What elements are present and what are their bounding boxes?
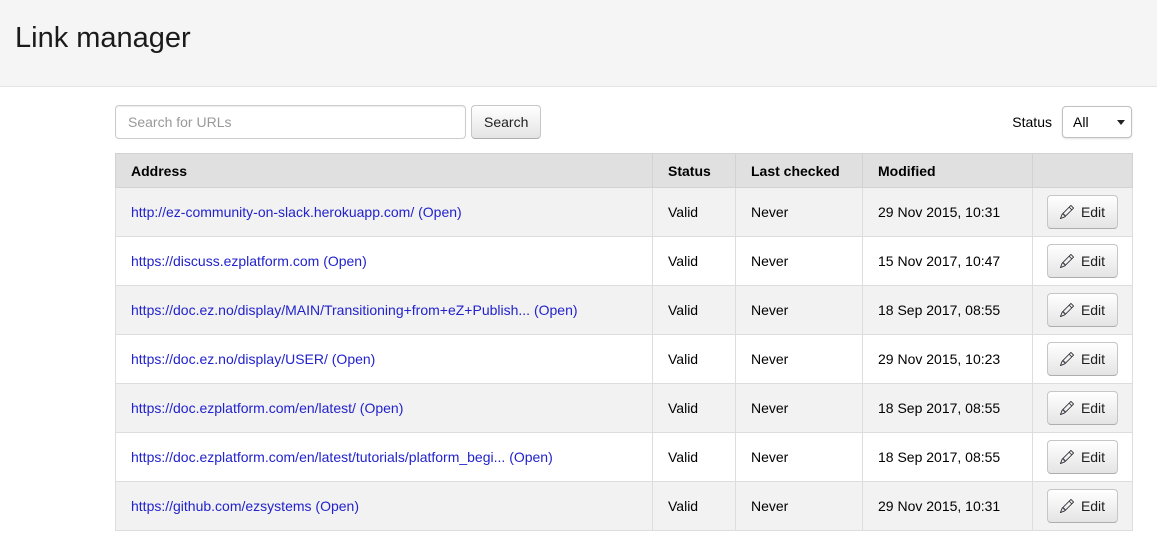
status-cell: Valid — [653, 335, 736, 384]
open-link[interactable]: (Open) — [315, 498, 359, 514]
last-checked-cell: Never — [736, 384, 863, 433]
column-header-last-checked: Last checked — [736, 154, 863, 188]
edit-button-label: Edit — [1081, 302, 1105, 318]
content: Search Status All Address Status Last ch… — [115, 105, 1132, 531]
modified-cell: 29 Nov 2015, 10:23 — [863, 335, 1033, 384]
address-cell: https://doc.ezplatform.com/en/latest/ (O… — [116, 384, 653, 433]
pencil-icon — [1060, 254, 1074, 268]
open-link[interactable]: (Open) — [418, 204, 462, 220]
address-cell: https://doc.ez.no/display/USER/ (Open) — [116, 335, 653, 384]
table-row: https://doc.ezplatform.com/en/latest/tut… — [116, 433, 1133, 482]
edit-button-label: Edit — [1081, 351, 1105, 367]
address-cell: https://discuss.ezplatform.com (Open) — [116, 237, 653, 286]
table-row: https://discuss.ezplatform.com (Open) Va… — [116, 237, 1133, 286]
table-header-row: Address Status Last checked Modified — [116, 154, 1133, 188]
modified-cell: 15 Nov 2017, 10:47 — [863, 237, 1033, 286]
address-cell: https://doc.ez.no/display/MAIN/Transitio… — [116, 286, 653, 335]
actions-cell: Edit — [1033, 188, 1133, 237]
open-link[interactable]: (Open) — [360, 400, 404, 416]
page-title: Link manager — [15, 22, 1142, 55]
actions-cell: Edit — [1033, 237, 1133, 286]
actions-cell: Edit — [1033, 335, 1133, 384]
open-link[interactable]: (Open) — [323, 253, 367, 269]
modified-cell: 18 Sep 2017, 08:55 — [863, 286, 1033, 335]
search-input[interactable] — [115, 105, 466, 139]
controls-bar: Search Status All — [115, 105, 1132, 139]
url-link[interactable]: https://doc.ezplatform.com/en/latest/ — [131, 400, 356, 416]
url-link[interactable]: https://doc.ezplatform.com/en/latest/tut… — [131, 449, 505, 465]
table-row: http://ez-community-on-slack.herokuapp.c… — [116, 188, 1133, 237]
last-checked-cell: Never — [736, 335, 863, 384]
pencil-icon — [1060, 499, 1074, 513]
table-row: https://doc.ez.no/display/MAIN/Transitio… — [116, 286, 1133, 335]
status-select-wrap: All — [1062, 106, 1132, 138]
url-link[interactable]: https://doc.ez.no/display/USER/ — [131, 351, 328, 367]
pencil-icon — [1060, 352, 1074, 366]
column-header-address: Address — [116, 154, 653, 188]
edit-button[interactable]: Edit — [1047, 391, 1118, 425]
last-checked-cell: Never — [736, 482, 863, 531]
pencil-icon — [1060, 205, 1074, 219]
modified-cell: 18 Sep 2017, 08:55 — [863, 433, 1033, 482]
table-row: https://doc.ez.no/display/USER/ (Open) V… — [116, 335, 1133, 384]
address-cell: https://github.com/ezsystems (Open) — [116, 482, 653, 531]
modified-cell: 29 Nov 2015, 10:31 — [863, 482, 1033, 531]
pencil-icon — [1060, 303, 1074, 317]
last-checked-cell: Never — [736, 433, 863, 482]
modified-cell: 18 Sep 2017, 08:55 — [863, 384, 1033, 433]
links-table: Address Status Last checked Modified htt… — [115, 153, 1133, 531]
status-filter-label: Status — [1012, 114, 1052, 130]
status-cell: Valid — [653, 286, 736, 335]
table-row: https://doc.ezplatform.com/en/latest/ (O… — [116, 384, 1133, 433]
column-header-actions — [1033, 154, 1133, 188]
last-checked-cell: Never — [736, 188, 863, 237]
url-link[interactable]: https://github.com/ezsystems — [131, 498, 312, 514]
column-header-status: Status — [653, 154, 736, 188]
table-row: https://github.com/ezsystems (Open) Vali… — [116, 482, 1133, 531]
url-link[interactable]: https://discuss.ezplatform.com — [131, 253, 319, 269]
edit-button[interactable]: Edit — [1047, 342, 1118, 376]
column-header-modified: Modified — [863, 154, 1033, 188]
edit-button[interactable]: Edit — [1047, 440, 1118, 474]
open-link[interactable]: (Open) — [509, 449, 553, 465]
edit-button[interactable]: Edit — [1047, 489, 1118, 523]
actions-cell: Edit — [1033, 286, 1133, 335]
status-cell: Valid — [653, 433, 736, 482]
open-link[interactable]: (Open) — [534, 302, 578, 318]
address-cell: https://doc.ezplatform.com/en/latest/tut… — [116, 433, 653, 482]
url-link[interactable]: http://ez-community-on-slack.herokuapp.c… — [131, 204, 414, 220]
edit-button[interactable]: Edit — [1047, 293, 1118, 327]
actions-cell: Edit — [1033, 482, 1133, 531]
edit-button-label: Edit — [1081, 449, 1105, 465]
actions-cell: Edit — [1033, 433, 1133, 482]
edit-button-label: Edit — [1081, 400, 1105, 416]
pencil-icon — [1060, 450, 1074, 464]
address-cell: http://ez-community-on-slack.herokuapp.c… — [116, 188, 653, 237]
last-checked-cell: Never — [736, 237, 863, 286]
last-checked-cell: Never — [736, 286, 863, 335]
edit-button-label: Edit — [1081, 204, 1105, 220]
url-link[interactable]: https://doc.ez.no/display/MAIN/Transitio… — [131, 302, 530, 318]
status-cell: Valid — [653, 482, 736, 531]
status-filter: Status All — [1012, 106, 1132, 138]
edit-button-label: Edit — [1081, 498, 1105, 514]
status-cell: Valid — [653, 237, 736, 286]
status-select[interactable]: All — [1062, 106, 1132, 138]
open-link[interactable]: (Open) — [332, 351, 376, 367]
pencil-icon — [1060, 401, 1074, 415]
edit-button[interactable]: Edit — [1047, 244, 1118, 278]
status-cell: Valid — [653, 384, 736, 433]
edit-button-label: Edit — [1081, 253, 1105, 269]
actions-cell: Edit — [1033, 384, 1133, 433]
search-button[interactable]: Search — [471, 105, 541, 139]
edit-button[interactable]: Edit — [1047, 195, 1118, 229]
modified-cell: 29 Nov 2015, 10:31 — [863, 188, 1033, 237]
page-header: Link manager — [0, 0, 1157, 87]
status-cell: Valid — [653, 188, 736, 237]
